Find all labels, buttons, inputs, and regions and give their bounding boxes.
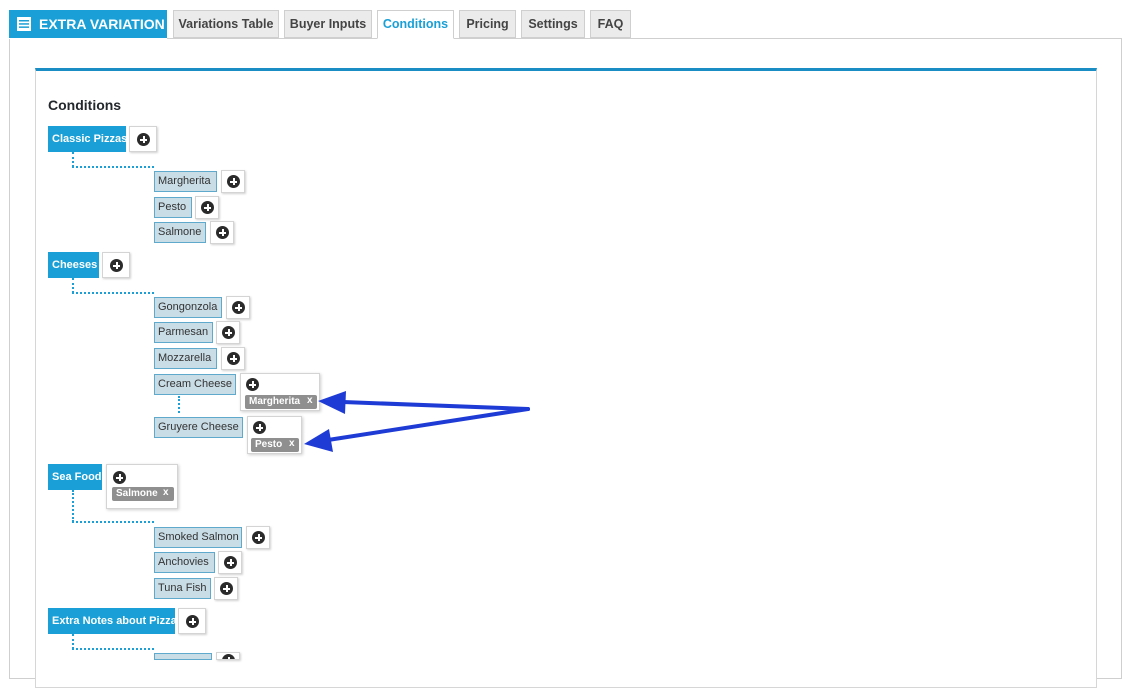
annotation-arrow	[326, 407, 530, 442]
arrowhead	[318, 391, 346, 414]
annotation-arrows	[304, 391, 530, 452]
arrowhead	[304, 429, 333, 452]
annotation-arrow	[341, 400, 530, 411]
